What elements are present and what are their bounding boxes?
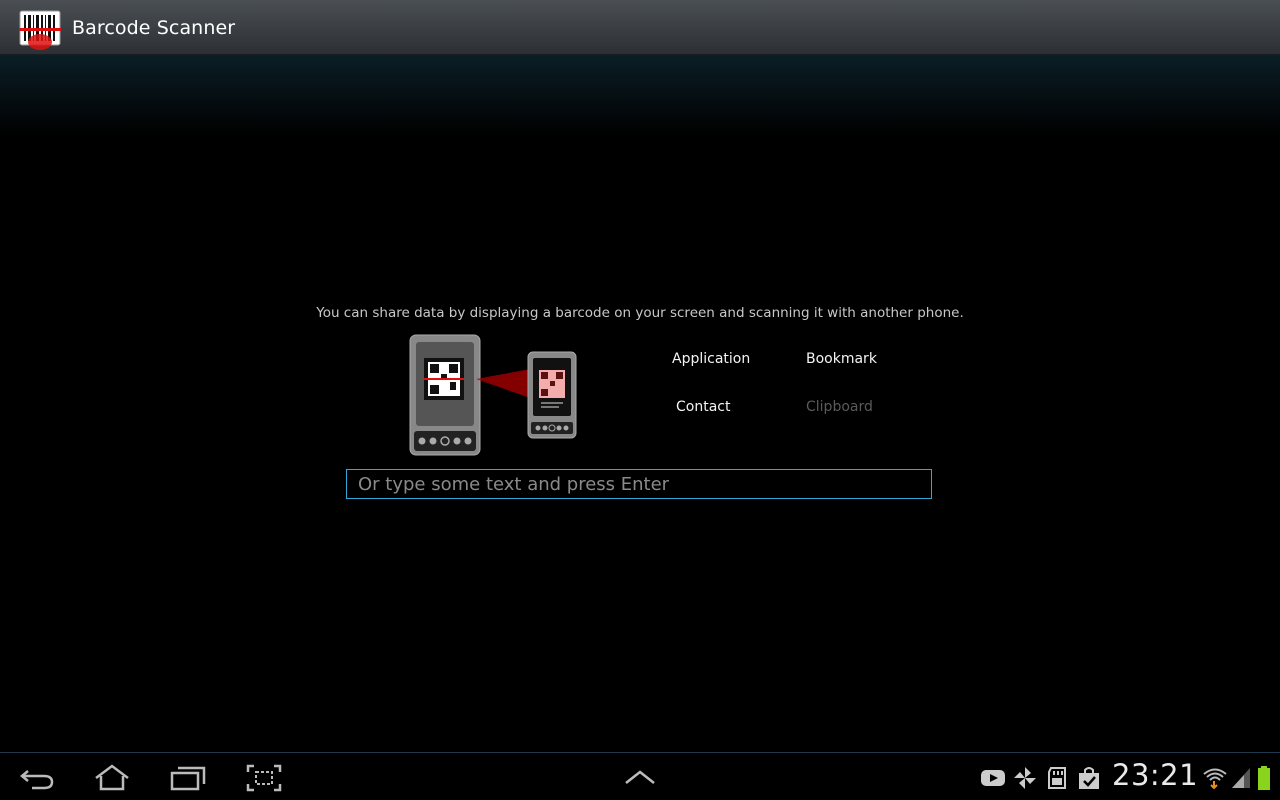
share-clipboard-button[interactable]: Clipboard xyxy=(806,399,873,415)
youtube-icon[interactable] xyxy=(980,765,1006,791)
screenshot-icon[interactable] xyxy=(244,763,284,793)
share-application-button[interactable]: Application xyxy=(672,351,750,367)
action-bar-shadow xyxy=(0,55,1280,135)
up-arrow-icon[interactable] xyxy=(620,763,660,793)
shopping-bag-check-icon[interactable] xyxy=(1076,765,1102,791)
recent-apps-icon[interactable] xyxy=(168,763,208,793)
back-icon[interactable] xyxy=(18,763,58,793)
barcode-scanner-app-icon[interactable] xyxy=(19,10,61,52)
screen: Barcode Scanner You can share data by di… xyxy=(0,0,1280,800)
battery-icon xyxy=(1258,766,1270,790)
share-text-input[interactable] xyxy=(346,469,932,499)
pinwheel-icon[interactable] xyxy=(1012,765,1038,791)
share-bookmark-button[interactable]: Bookmark xyxy=(806,351,877,367)
status-clock: 23:21 xyxy=(1112,758,1199,792)
system-bar xyxy=(0,752,1280,800)
home-icon[interactable] xyxy=(92,763,132,793)
action-bar: Barcode Scanner xyxy=(0,0,1280,55)
share-instruction: You can share data by displaying a barco… xyxy=(316,305,964,321)
share-contact-button[interactable]: Contact xyxy=(676,399,730,415)
phone-scanning-phone-illustration xyxy=(409,334,577,456)
app-title: Barcode Scanner xyxy=(72,17,236,39)
sd-card-icon[interactable] xyxy=(1044,765,1070,791)
wifi-download-icon xyxy=(1203,768,1227,790)
